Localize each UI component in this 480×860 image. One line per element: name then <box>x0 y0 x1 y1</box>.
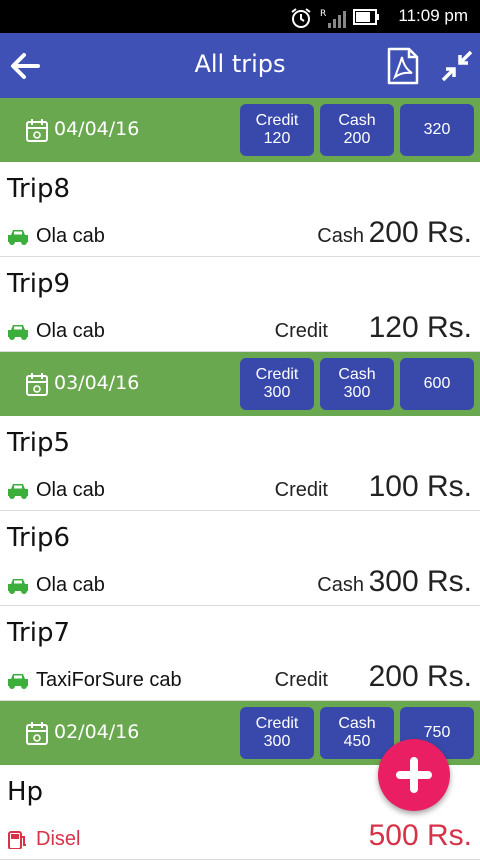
payment-mode: Cash <box>317 574 364 596</box>
cash-label: Cash <box>338 366 376 383</box>
cash-label: Cash <box>338 715 376 732</box>
trip-row[interactable]: Trip9 Ola cab Credit 120 Rs. <box>0 257 480 352</box>
cash-value: 200 <box>343 130 371 147</box>
date-header[interactable]: 03/04/16 Credit 300 Cash 300 600 <box>0 352 480 416</box>
car-icon <box>8 230 28 245</box>
trip-amount: 300 Rs. <box>368 565 472 598</box>
credit-label: Credit <box>255 112 299 129</box>
trip-row[interactable]: Trip5 Ola cab Credit 100 Rs. <box>0 416 480 511</box>
fuel-icon <box>8 831 26 849</box>
payment-mode: Credit <box>274 479 328 501</box>
trip-vehicle: Disel <box>36 828 81 850</box>
trip-row[interactable]: Trip8 Ola cab Cash 200 Rs. <box>0 162 480 257</box>
group-date: 02/04/16 <box>54 721 140 743</box>
trip-name: Trip6 <box>7 523 71 553</box>
credit-label: Credit <box>255 715 299 732</box>
svg-text:R: R <box>320 9 326 19</box>
payment-mode: Cash <box>317 225 364 247</box>
group-date: 04/04/16 <box>54 118 140 140</box>
car-icon <box>8 674 28 689</box>
car-icon <box>8 484 28 499</box>
plus-icon <box>396 757 432 793</box>
credit-total-chip[interactable]: Credit 120 <box>240 104 314 156</box>
add-trip-button[interactable] <box>378 739 450 811</box>
trip-amount: 500 Rs. <box>368 819 472 852</box>
trip-amount: 100 Rs. <box>368 470 472 503</box>
status-bar: R 11:09 pm <box>0 0 480 33</box>
trip-name: Hp <box>7 777 44 807</box>
credit-value: 120 <box>263 130 291 147</box>
app-bar: All trips <box>0 33 480 98</box>
calendar-icon <box>26 373 48 396</box>
pdf-icon[interactable] <box>386 47 420 85</box>
car-icon <box>8 579 28 594</box>
credit-value: 300 <box>263 384 291 401</box>
signal-icon: R <box>320 9 346 28</box>
trip-vehicle: Ola cab <box>36 320 105 342</box>
trip-name: Trip5 <box>7 428 71 458</box>
grand-total-chip[interactable]: 320 <box>400 104 474 156</box>
collapse-icon[interactable] <box>440 49 474 83</box>
calendar-icon <box>26 722 48 745</box>
credit-value: 300 <box>263 733 291 750</box>
trip-vehicle: Ola cab <box>36 574 105 596</box>
trip-amount: 120 Rs. <box>368 311 472 344</box>
trip-name: Trip8 <box>7 174 71 204</box>
group-date: 03/04/16 <box>54 372 140 394</box>
trip-row[interactable]: Trip7 TaxiForSure cab Credit 200 Rs. <box>0 606 480 701</box>
cash-total-chip[interactable]: Cash 200 <box>320 104 394 156</box>
payment-mode: Credit <box>274 320 328 342</box>
trip-vehicle: TaxiForSure cab <box>36 669 182 691</box>
grand-total-chip[interactable]: 600 <box>400 358 474 410</box>
trip-name: Trip9 <box>7 269 71 299</box>
cash-total-chip[interactable]: Cash 300 <box>320 358 394 410</box>
battery-icon <box>353 9 379 25</box>
trip-name: Trip7 <box>7 618 71 648</box>
calendar-icon <box>26 119 48 142</box>
trip-vehicle: Ola cab <box>36 225 105 247</box>
cash-label: Cash <box>338 112 376 129</box>
credit-total-chip[interactable]: Credit 300 <box>240 358 314 410</box>
cash-value: 300 <box>343 384 371 401</box>
trip-row[interactable]: Trip6 Ola cab Cash 300 Rs. <box>0 511 480 606</box>
trip-amount: 200 Rs. <box>368 216 472 249</box>
clock: 11:09 pm <box>398 6 468 25</box>
trip-amount: 200 Rs. <box>368 660 472 693</box>
credit-label: Credit <box>255 366 299 383</box>
alarm-icon <box>291 8 311 28</box>
trip-vehicle: Ola cab <box>36 479 105 501</box>
date-header[interactable]: 04/04/16 Credit 120 Cash 200 320 <box>0 98 480 162</box>
payment-mode: Credit <box>274 669 328 691</box>
credit-total-chip[interactable]: Credit 300 <box>240 707 314 759</box>
car-icon <box>8 325 28 340</box>
